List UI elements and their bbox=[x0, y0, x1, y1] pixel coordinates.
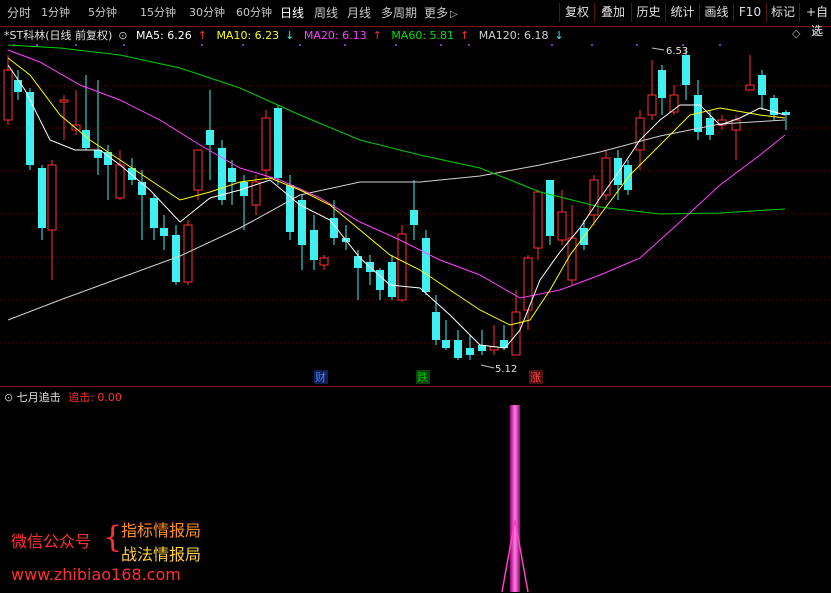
tab-15min[interactable]: 15分钟 bbox=[140, 4, 176, 20]
candle-body bbox=[682, 55, 690, 85]
high-price-label: 6.53 bbox=[666, 46, 688, 57]
tab-monthly[interactable]: 月线 bbox=[347, 4, 371, 21]
tab-daily[interactable]: 日线 bbox=[280, 4, 304, 21]
candle-body bbox=[319, 257, 329, 266]
tab-weekly[interactable]: 周线 bbox=[314, 4, 338, 21]
candle-body bbox=[614, 158, 622, 185]
candle-body bbox=[745, 84, 755, 91]
candle-body bbox=[567, 237, 577, 281]
candle-body bbox=[310, 230, 318, 260]
candle-body bbox=[150, 198, 158, 228]
candle-body bbox=[206, 130, 214, 145]
candlestick-chart[interactable]: 6.53 5.12 财 跌 涨 bbox=[0, 40, 831, 386]
fall-marker[interactable]: 跌 bbox=[417, 370, 428, 384]
fuquan-button[interactable]: 复权 bbox=[559, 3, 594, 22]
watermark-url: www.zhibiao168.com bbox=[11, 565, 181, 584]
earnings-marker[interactable]: 财 bbox=[315, 370, 326, 384]
candle-body bbox=[228, 168, 236, 182]
candle-body bbox=[546, 180, 554, 236]
candle-body bbox=[261, 117, 271, 171]
candle-body bbox=[286, 185, 294, 232]
mark-button[interactable]: 标记 bbox=[766, 3, 799, 22]
candle-body bbox=[635, 117, 645, 151]
watermark-wechat: 微信公众号 bbox=[11, 532, 92, 551]
candles bbox=[3, 50, 790, 360]
moving-averages bbox=[7, 44, 786, 349]
candle-body bbox=[160, 228, 168, 236]
tab-more-label: 更多 bbox=[424, 6, 449, 20]
chevron-right-icon: ▷ bbox=[450, 9, 458, 20]
candle-body bbox=[38, 168, 46, 228]
rise-marker[interactable]: 涨 bbox=[530, 371, 541, 384]
candle-body bbox=[454, 340, 462, 358]
candle-body bbox=[511, 311, 521, 356]
f10-button[interactable]: F10 bbox=[733, 3, 766, 22]
candle-body bbox=[3, 69, 13, 121]
candle-body bbox=[442, 340, 450, 348]
candle-body bbox=[466, 348, 474, 355]
candle-body bbox=[432, 312, 440, 340]
tab-multi-period[interactable]: 多周期 bbox=[381, 4, 417, 21]
candle-body bbox=[115, 164, 125, 199]
history-button[interactable]: 历史 bbox=[631, 3, 665, 22]
tab-more[interactable]: 更多 ▷ bbox=[424, 4, 458, 21]
tab-5min[interactable]: 5分钟 bbox=[88, 4, 117, 20]
candle-body bbox=[193, 149, 203, 191]
watermark-line2: 战法情报局 bbox=[121, 545, 202, 564]
candle-body bbox=[59, 99, 69, 103]
statistics-button[interactable]: 统计 bbox=[665, 3, 699, 22]
candle-body bbox=[533, 191, 543, 249]
candle-body bbox=[647, 94, 657, 116]
draw-line-button[interactable]: 画线 bbox=[699, 3, 733, 22]
candle-body bbox=[758, 75, 766, 95]
candle-body bbox=[557, 211, 567, 241]
watermark-line1: 指标情报局 bbox=[121, 521, 202, 540]
tab-1min[interactable]: 1分钟 bbox=[41, 4, 70, 20]
expand-diamond-icon[interactable]: ◇ bbox=[792, 27, 800, 40]
candle-body bbox=[14, 80, 22, 92]
candle-body bbox=[422, 238, 430, 292]
candle-body bbox=[397, 233, 407, 301]
candle-body bbox=[26, 92, 34, 165]
ma120-line bbox=[7, 119, 786, 321]
overlay-button[interactable]: 叠加 bbox=[594, 3, 631, 22]
candle-body bbox=[731, 119, 741, 131]
ma60-line bbox=[7, 44, 786, 215]
candle-body bbox=[410, 210, 418, 225]
purple-dots bbox=[13, 44, 721, 46]
candle-body bbox=[298, 200, 306, 245]
tab-30min[interactable]: 30分钟 bbox=[189, 4, 225, 20]
candle-body bbox=[354, 256, 362, 268]
add-watchlist-button[interactable]: +自选 bbox=[799, 3, 831, 38]
candle-body bbox=[589, 179, 599, 216]
low-price-label: 5.12 bbox=[495, 364, 517, 375]
tab-fenshi[interactable]: 分时 bbox=[7, 4, 31, 21]
watermark-brace: { bbox=[103, 520, 123, 555]
ma10-line bbox=[7, 57, 786, 326]
candle-body bbox=[274, 108, 282, 178]
tab-60min[interactable]: 60分钟 bbox=[236, 4, 272, 20]
candle-body bbox=[47, 164, 57, 231]
candle-body bbox=[500, 340, 508, 348]
close-chart-icon[interactable]: ✕ bbox=[811, 26, 821, 40]
candle-body bbox=[388, 262, 396, 297]
candle-body bbox=[658, 70, 666, 98]
period-toolbar: 分时 1分钟 5分钟 15分钟 30分钟 60分钟 日线 周线 月线 多周期 更… bbox=[0, 0, 831, 38]
ma20-line bbox=[7, 49, 786, 299]
ma-legend: *ST科林(日线 前复权) ⊙ MA5: 6.26 ↑ MA10: 6.23 ↓ MA… bbox=[4, 27, 570, 42]
ma5-line bbox=[7, 64, 786, 349]
